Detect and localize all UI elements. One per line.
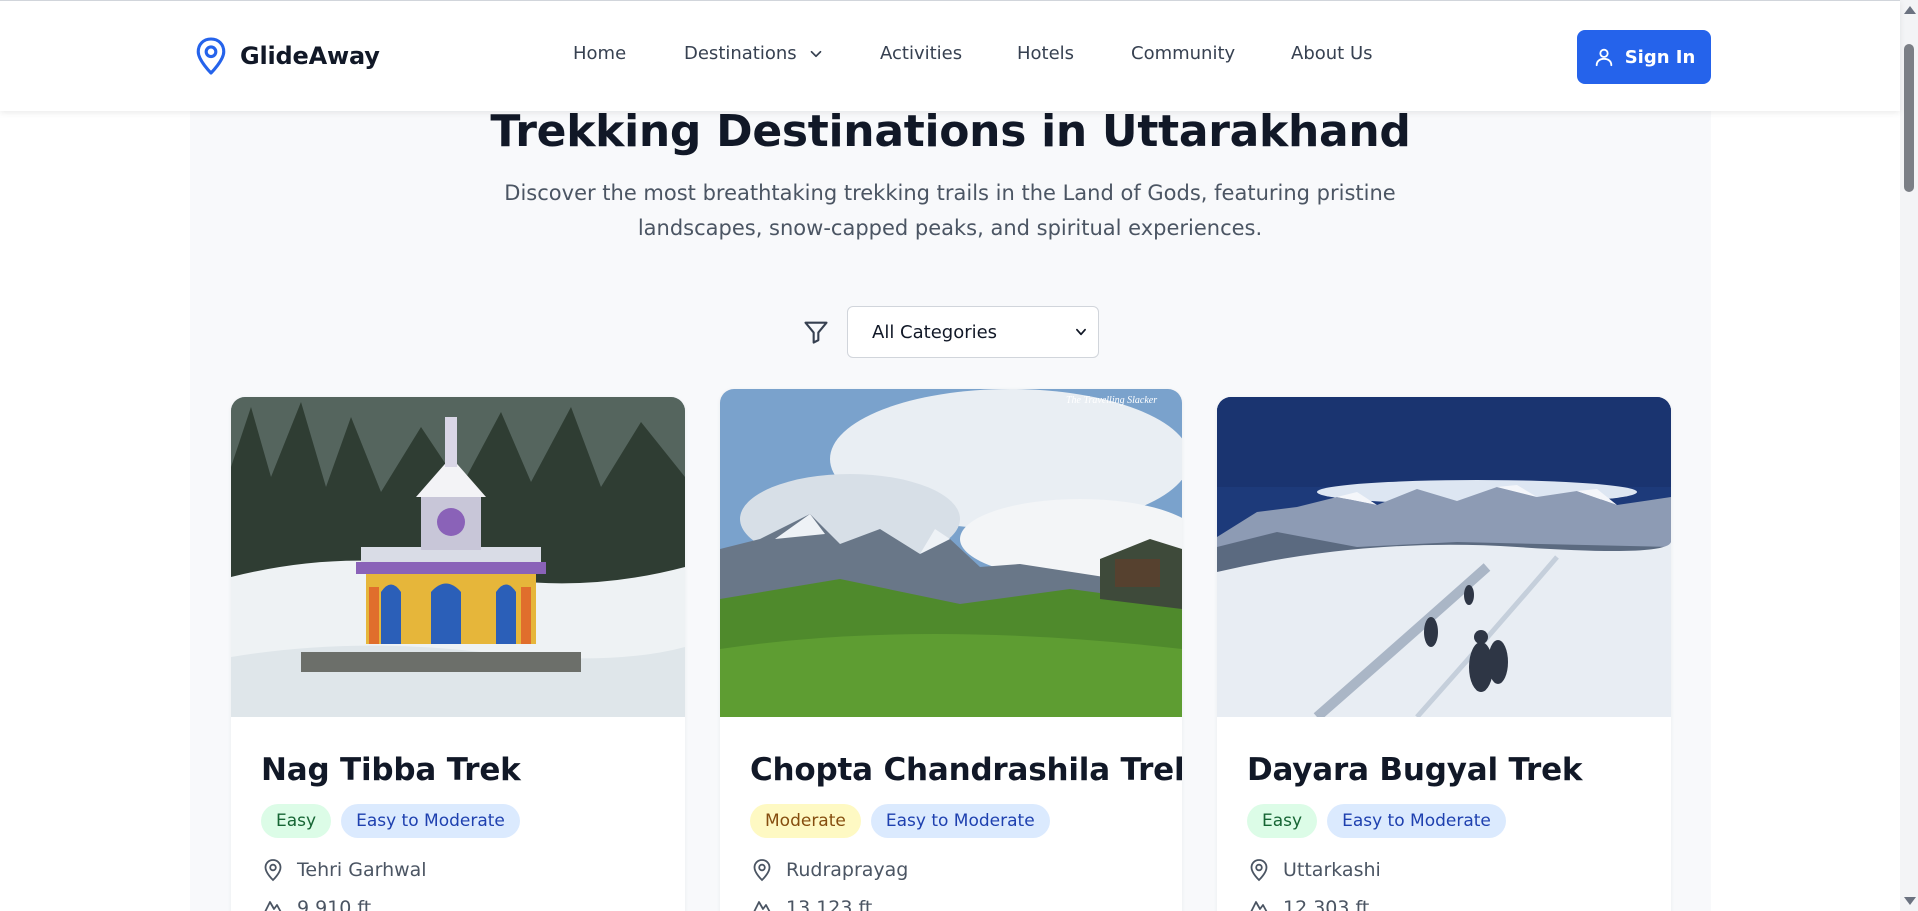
- nav-home[interactable]: Home: [573, 43, 626, 64]
- trek-location: Rudraprayag: [750, 858, 1162, 882]
- trek-card-body: Nag Tibba Trek Easy Easy to Moderate Teh…: [261, 752, 665, 911]
- image-watermark: The Travelling Slacker: [1066, 395, 1157, 406]
- top-navbar: GlideAway Home Destinations Activities H…: [0, 0, 1900, 111]
- page-title: Trekking Destinations in Uttarakhand: [490, 106, 1411, 157]
- category-badge: Easy to Moderate: [1327, 804, 1506, 838]
- trek-title: Dayara Bugyal Trek: [1247, 752, 1583, 788]
- filter-icon: [804, 321, 828, 344]
- nav-destinations[interactable]: Destinations: [684, 43, 825, 64]
- trek-badges: Easy Easy to Moderate: [261, 804, 665, 838]
- trek-title: Nag Tibba Trek: [261, 752, 521, 788]
- mountain-icon: [753, 901, 771, 911]
- map-pin-icon: [1250, 859, 1268, 882]
- difficulty-badge: Easy: [1247, 804, 1318, 838]
- trek-card-body: Chopta Chandrashila Trek Moderate Easy t…: [750, 752, 1182, 911]
- chevron-down-icon: [810, 50, 821, 57]
- chevron-down-icon: [1076, 328, 1086, 336]
- trek-altitude: 13,123 ft: [750, 896, 1162, 911]
- trek-image: [231, 397, 685, 717]
- sign-in-button[interactable]: Sign In: [1577, 30, 1711, 84]
- category-select[interactable]: All Categories: [847, 306, 1099, 358]
- trek-location: Uttarkashi: [1247, 858, 1651, 882]
- filter-bar: All Categories: [190, 306, 1711, 358]
- page-scrollbar[interactable]: [1900, 0, 1918, 911]
- trek-location: Tehri Garhwal: [261, 858, 665, 882]
- trek-badges: Moderate Easy to Moderate: [750, 804, 1162, 838]
- category-badge: Easy to Moderate: [870, 804, 1050, 838]
- trek-card-body: Dayara Bugyal Trek Easy Easy to Moderate…: [1247, 752, 1651, 911]
- mountain-icon: [1250, 901, 1268, 911]
- trek-altitude: 9,910 ft: [261, 896, 665, 911]
- trek-card[interactable]: Nag Tibba Trek Easy Easy to Moderate Teh…: [231, 397, 685, 911]
- trek-image: The Travelling Slacker: [720, 389, 1182, 717]
- trek-location-text: Uttarkashi: [1283, 859, 1381, 881]
- mountain-icon: [264, 901, 282, 911]
- difficulty-badge: Easy: [261, 804, 332, 838]
- trek-location-text: Tehri Garhwal: [297, 859, 427, 881]
- map-pin-icon: [753, 859, 771, 882]
- nav-activities[interactable]: Activities: [880, 43, 962, 64]
- nav-destinations-label: Destinations: [684, 43, 797, 64]
- trek-altitude: 12,303 ft: [1247, 896, 1651, 911]
- trek-card[interactable]: Dayara Bugyal Trek Easy Easy to Moderate…: [1217, 397, 1671, 911]
- trek-altitude-text: 9,910 ft: [297, 897, 372, 911]
- category-select-value: All Categories: [872, 321, 998, 343]
- page-subtitle: Discover the most breathtaking trekking …: [504, 181, 1396, 240]
- trek-altitude-text: 13,123 ft: [786, 897, 873, 911]
- trek-card[interactable]: The Travelling Slacker Chopta Chandrashi…: [720, 389, 1182, 911]
- trek-image: [1217, 397, 1671, 717]
- scroll-up-arrow-icon[interactable]: [1904, 6, 1916, 14]
- trek-altitude-text: 12,303 ft: [1283, 897, 1370, 911]
- trek-location-text: Rudraprayag: [786, 859, 909, 881]
- trek-badges: Easy Easy to Moderate: [1247, 804, 1651, 838]
- scroll-thumb[interactable]: [1904, 44, 1914, 192]
- difficulty-badge: Moderate: [750, 804, 861, 838]
- trek-title: Chopta Chandrashila Trek: [750, 752, 1182, 788]
- map-pin-icon: [264, 859, 282, 882]
- sign-in-label: Sign In: [1624, 46, 1696, 68]
- nav-community[interactable]: Community: [1131, 43, 1235, 64]
- scroll-down-arrow-icon[interactable]: [1904, 897, 1916, 905]
- nav-hotels[interactable]: Hotels: [1017, 43, 1074, 64]
- destinations-section: Trekking Destinations in Uttarakhand Dis…: [190, 100, 1711, 911]
- nav-about-us[interactable]: About Us: [1291, 43, 1373, 64]
- user-icon: [1595, 48, 1612, 67]
- category-badge: Easy to Moderate: [341, 804, 520, 838]
